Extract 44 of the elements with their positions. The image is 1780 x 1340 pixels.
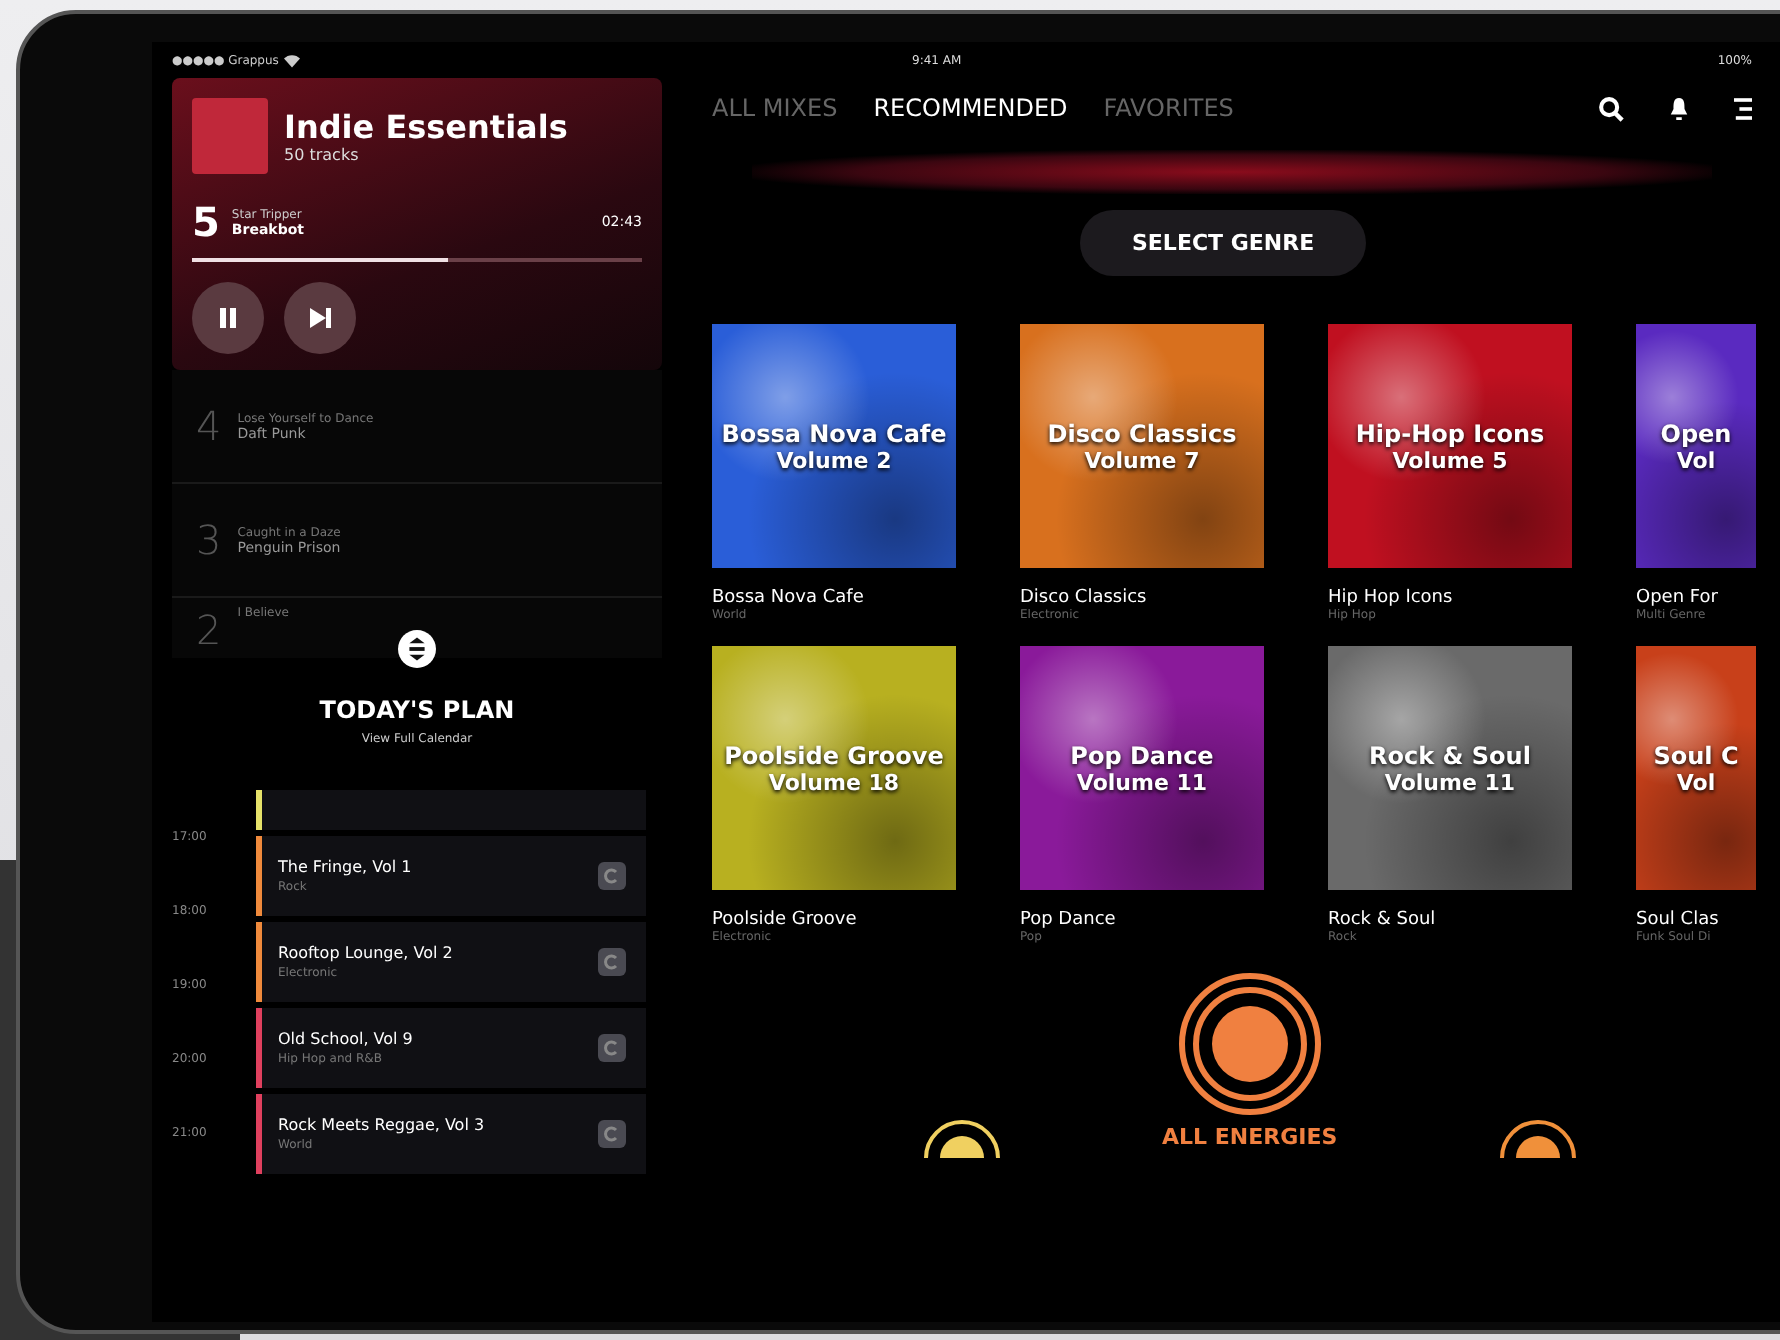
mix-name: Soul Clas xyxy=(1636,910,1721,930)
plan-title: TODAY'S PLAN xyxy=(319,696,515,724)
square-icon[interactable] xyxy=(598,862,626,890)
mix-name: Pop Dance xyxy=(1020,910,1118,930)
energy-half-icon[interactable] xyxy=(922,1118,1002,1158)
drawer-handle-icon[interactable] xyxy=(398,630,436,668)
event-title: The Fringe, Vol 1 xyxy=(278,858,414,876)
bell-icon[interactable] xyxy=(1668,95,1690,121)
track-number: 5 xyxy=(192,198,220,246)
track-count: 50 tracks xyxy=(284,146,361,164)
mix-cover[interactable]: Bossa Nova Cafe Volume 2 xyxy=(712,324,956,568)
event-title: Old School, Vol 9 xyxy=(278,1030,415,1048)
mix-cover[interactable]: Soul C Vol xyxy=(1636,646,1756,890)
mix-cover[interactable]: Open Vol xyxy=(1636,324,1756,568)
mix-cover[interactable]: Rock & Soul Volume 11 xyxy=(1328,646,1572,890)
menu-icon[interactable] xyxy=(1734,95,1752,121)
mix-name: Disco Classics xyxy=(1020,588,1149,608)
skip-next-icon xyxy=(308,306,332,330)
mix-name: Rock & Soul xyxy=(1328,910,1438,930)
square-icon[interactable] xyxy=(598,1120,626,1148)
tab[interactable]: ALL MIXES xyxy=(712,94,838,122)
wifi-icon xyxy=(284,53,301,67)
search-icon[interactable] xyxy=(1598,95,1624,121)
tab[interactable]: RECOMMENDED xyxy=(873,94,1068,122)
mix-cover[interactable]: Hip-Hop Icons Volume 5 xyxy=(1328,324,1572,568)
mix-cover[interactable]: Pop Dance Volume 11 xyxy=(1020,646,1264,890)
playlist-title: Indie Essentials xyxy=(284,108,568,146)
pause-button[interactable] xyxy=(192,282,264,354)
skip-next-button[interactable] xyxy=(284,282,356,354)
mix-name: Hip Hop Icons xyxy=(1328,588,1455,608)
energy-half-icon[interactable] xyxy=(1497,1118,1578,1158)
mix-name: Open For xyxy=(1636,588,1720,608)
mix-name: Poolside Groove xyxy=(712,910,859,930)
event-title: Rock Meets Reggae, Vol 3 xyxy=(278,1116,487,1134)
square-icon[interactable] xyxy=(598,1034,626,1062)
select-genre-button[interactable]: SELECT GENRE xyxy=(1080,210,1367,276)
pause-icon xyxy=(216,306,240,330)
mix-cover[interactable]: Disco Classics Volume 7 xyxy=(1020,324,1264,568)
square-icon[interactable] xyxy=(598,948,626,976)
mix-name: Bossa Nova Cafe xyxy=(712,588,866,608)
album-art-placeholder xyxy=(192,98,268,174)
event-title: Rooftop Lounge, Vol 2 xyxy=(278,944,455,962)
tab[interactable]: FAVORITES xyxy=(1103,94,1234,122)
mix-cover[interactable]: Poolside Groove Volume 18 xyxy=(712,646,956,890)
